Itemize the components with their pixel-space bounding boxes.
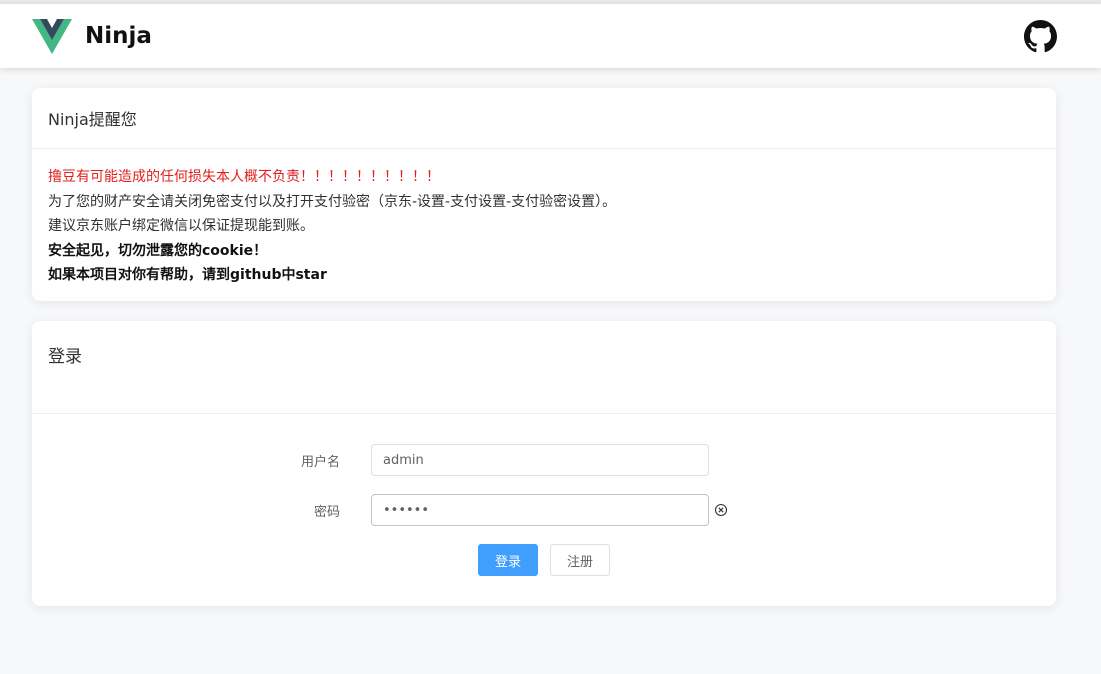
register-button[interactable]: 注册 <box>550 544 610 576</box>
top-navbar: Ninja <box>0 4 1101 68</box>
notice-line-warning: 撸豆有可能造成的任何损失本人概不负责！！！！！！！！！！ <box>48 169 440 185</box>
login-button[interactable]: 登录 <box>478 544 538 576</box>
login-title: 登录 <box>32 321 1056 414</box>
app-name: Ninja <box>85 23 152 49</box>
circle-close-icon[interactable] <box>714 503 728 517</box>
password-row: 密码 •••••• <box>32 494 1056 526</box>
username-row: 用户名 admin <box>32 444 1056 476</box>
notice-card: Ninja提醒您 撸豆有可能造成的任何损失本人概不负责！！！！！！！！！！ 为了… <box>32 88 1056 301</box>
notice-line-cookie: 安全起见，切勿泄露您的cookie！ <box>48 242 268 259</box>
login-card: 登录 用户名 admin 密码 •••••• 登录 注册 <box>32 321 1056 606</box>
vue-logo-icon <box>32 18 72 54</box>
username-input[interactable]: admin <box>371 444 709 476</box>
logo[interactable]: Ninja <box>32 18 152 54</box>
notice-line-star: 如果本项目对你有帮助，请到github中star <box>48 267 327 283</box>
password-input[interactable]: •••••• <box>371 494 709 526</box>
notice-line-wechat: 建议京东账户绑定微信以保证提现能到账。 <box>48 218 314 234</box>
password-label: 密码 <box>313 504 340 520</box>
github-icon[interactable] <box>1024 19 1057 53</box>
notice-title: Ninja提醒您 <box>32 88 1056 149</box>
username-label: 用户名 <box>300 454 340 470</box>
notice-body: 撸豆有可能造成的任何损失本人概不负责！！！！！！！！！！ 为了您的财产安全请关闭… <box>32 149 1056 301</box>
notice-line-payment: 为了您的财产安全请关闭免密支付以及打开支付验密（京东-设置-支付设置-支付验密设… <box>48 193 617 210</box>
